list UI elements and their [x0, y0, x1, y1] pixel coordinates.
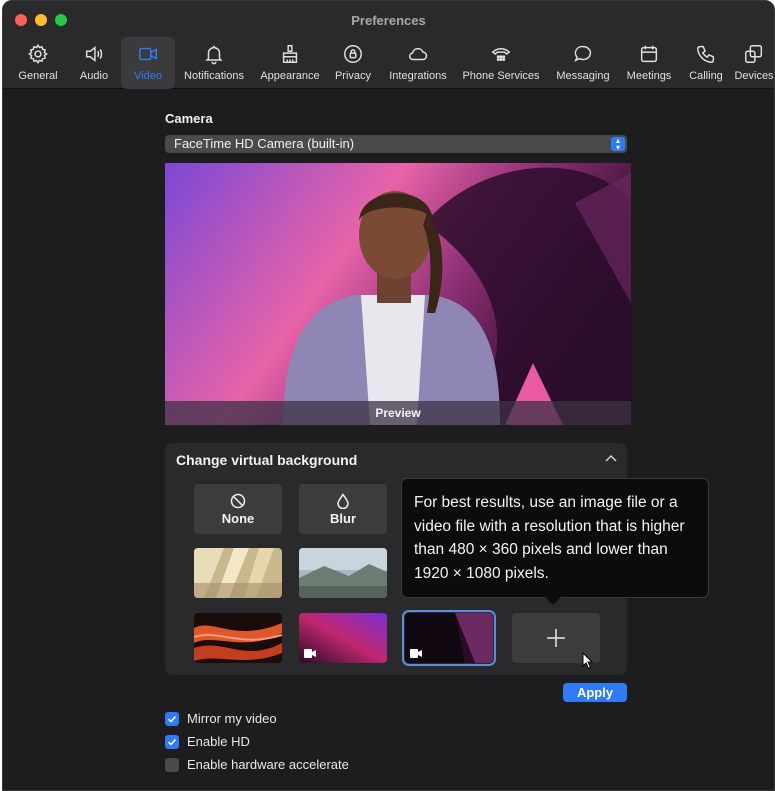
phone-icon: [697, 45, 715, 63]
devices-icon: [745, 45, 763, 63]
calendar-icon: [640, 45, 658, 63]
tab-privacy-label: Privacy: [334, 70, 372, 82]
phone-services-icon: [491, 47, 511, 61]
tab-audio-label: Audio: [79, 70, 109, 82]
enable-hd-checkbox[interactable]: Enable HD: [165, 734, 250, 749]
tab-calling-label: Calling: [689, 70, 723, 82]
tab-video-label: Video: [134, 70, 162, 82]
preview-image: [165, 163, 631, 425]
tab-audio[interactable]: Audio: [71, 37, 117, 89]
background-thumbnail-gradient-video[interactable]: [299, 613, 387, 663]
checkmark-icon: [167, 715, 177, 723]
video-settings-content: Camera FaceTime HD Camera (built-in) ▴▾: [3, 89, 774, 790]
tab-general-label: General: [18, 70, 58, 82]
tab-notifications-label: Notifications: [184, 70, 244, 82]
appearance-icon: [282, 45, 298, 63]
video-camera-icon: [139, 47, 157, 61]
tab-messaging[interactable]: Messaging: [553, 37, 613, 89]
window-title: Preferences: [351, 13, 426, 28]
hardware-accelerate-label: Enable hardware accelerate: [187, 757, 349, 772]
background-blur-button[interactable]: Blur: [299, 484, 387, 534]
tab-devices-label: Devices: [734, 70, 774, 82]
preferences-toolbar: General Audio Video Notifications Appear…: [3, 37, 774, 89]
background-thumbnail-office[interactable]: [194, 548, 282, 598]
tab-phone-services[interactable]: Phone Services: [459, 37, 543, 89]
chat-bubble-icon: [574, 45, 592, 62]
background-none-button[interactable]: None: [194, 484, 282, 534]
mirror-video-label: Mirror my video: [187, 711, 277, 726]
tooltip-arrow: [544, 596, 562, 605]
camera-select[interactable]: FaceTime HD Camera (built-in) ▴ ▾: [165, 135, 627, 153]
hardware-accelerate-check[interactable]: [165, 757, 179, 772]
bell-icon: [205, 45, 223, 65]
chevron-up-icon[interactable]: [603, 451, 619, 467]
video-badge-icon: [410, 649, 422, 658]
lava-background-image: [194, 613, 282, 663]
apply-button[interactable]: Apply: [563, 683, 627, 702]
tab-integrations[interactable]: Integrations: [385, 37, 451, 89]
speaker-icon: [85, 46, 103, 62]
title-bar: Preferences: [3, 1, 774, 39]
enable-hd-check[interactable]: [165, 734, 179, 749]
background-thumbnail-lava[interactable]: [194, 613, 282, 663]
mirror-video-check[interactable]: [165, 711, 179, 726]
tab-meetings[interactable]: Meetings: [621, 37, 677, 89]
background-blur-label: Blur: [330, 510, 356, 526]
video-badge-icon: [304, 649, 316, 658]
select-stepper-icon: ▴ ▾: [611, 137, 625, 152]
tab-phone-services-label: Phone Services: [462, 70, 540, 82]
preferences-window: Preferences General Audio Video Notifica…: [2, 0, 775, 791]
landscape-background-image: [299, 548, 387, 598]
tab-meetings-label: Meetings: [626, 70, 672, 82]
hardware-accelerate-checkbox[interactable]: Enable hardware accelerate: [165, 757, 349, 772]
tab-calling[interactable]: Calling: [683, 37, 729, 89]
tab-appearance-label: Appearance: [260, 70, 320, 82]
tab-appearance[interactable]: Appearance: [257, 37, 323, 89]
camera-preview: Preview: [165, 163, 631, 425]
background-none-label: None: [221, 510, 255, 526]
tab-messaging-label: Messaging: [556, 70, 610, 82]
virtual-background-title: Change virtual background: [176, 452, 358, 468]
tab-general[interactable]: General: [9, 37, 67, 89]
none-icon: [230, 493, 246, 508]
tab-devices[interactable]: Devices: [733, 37, 774, 89]
enable-hd-label: Enable HD: [187, 734, 250, 749]
camera-heading: Camera: [165, 111, 213, 126]
resolution-tooltip: For best results, use an image file or a…: [401, 478, 709, 598]
tab-privacy[interactable]: Privacy: [331, 37, 375, 89]
background-thumbnail-landscape[interactable]: [299, 548, 387, 598]
privacy-icon: [344, 45, 362, 63]
office-background-image: [194, 548, 282, 598]
checkmark-icon: [167, 738, 177, 746]
tab-video[interactable]: Video: [121, 37, 175, 89]
cloud-icon: [409, 47, 428, 61]
tab-notifications[interactable]: Notifications: [179, 37, 249, 89]
blur-icon: [337, 492, 349, 509]
tab-integrations-label: Integrations: [389, 70, 447, 82]
preview-label: Preview: [165, 401, 631, 425]
mirror-video-checkbox[interactable]: Mirror my video: [165, 711, 277, 726]
background-thumbnail-dark-video[interactable]: [402, 610, 496, 666]
mouse-pointer-icon: [582, 652, 594, 670]
plus-icon: [547, 629, 565, 647]
gear-icon: [28, 43, 48, 65]
camera-select-value: FaceTime HD Camera (built-in): [174, 136, 355, 151]
